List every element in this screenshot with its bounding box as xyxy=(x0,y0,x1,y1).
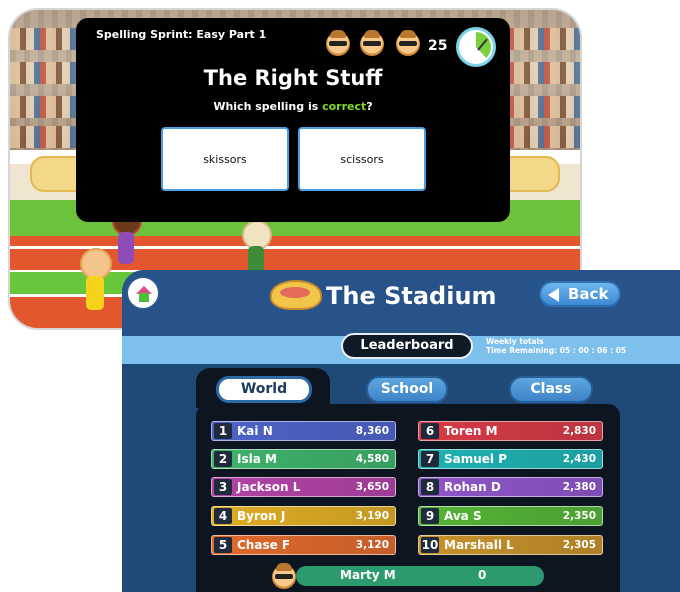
my-avatar-icon xyxy=(272,563,296,589)
tab-world[interactable]: World xyxy=(216,376,312,403)
answer-option-1[interactable]: skissors xyxy=(161,127,289,191)
leaderboard-row: 3 Jackson L 3,650 xyxy=(211,477,396,497)
quiz-prompt: Which spelling is correct? xyxy=(213,100,373,113)
rank-number: 2 xyxy=(214,451,232,467)
leaderboard-row: 8 Rohan D 2,380 xyxy=(418,477,603,497)
player-name: Rohan D xyxy=(444,480,501,494)
leaderboard-row: 2 Isla M 4,580 xyxy=(211,449,396,469)
player-name: Ava S xyxy=(444,509,482,523)
leaderboard-row: 10 Marshall L 2,305 xyxy=(418,535,603,555)
player-name: Byron J xyxy=(237,509,286,523)
player-score: 8,360 xyxy=(355,425,389,437)
player-name: Chase F xyxy=(237,538,291,552)
answer-option-2[interactable]: scissors xyxy=(298,127,426,191)
question-count: 25 xyxy=(428,38,448,54)
back-button[interactable]: Back xyxy=(539,281,621,307)
leaderboard-label: Leaderboard xyxy=(341,333,473,359)
rank-number: 1 xyxy=(214,423,232,439)
leaderboard-row: 1 Kai N 8,360 xyxy=(211,421,396,441)
leaderboard-row: 9 Ava S 2,350 xyxy=(418,506,603,526)
player-name: Isla M xyxy=(237,452,277,466)
player-score: 2,830 xyxy=(562,425,596,437)
rank-number: 9 xyxy=(421,508,439,524)
quiz-title: Spelling Sprint: Easy Part 1 xyxy=(96,28,267,41)
player-face-icon xyxy=(326,30,350,56)
home-button[interactable] xyxy=(126,276,160,310)
rank-number: 7 xyxy=(421,451,439,467)
stadium-icon xyxy=(270,280,322,310)
player-score: 3,120 xyxy=(355,539,389,551)
player-face-icon xyxy=(360,30,384,56)
player-score: 2,430 xyxy=(562,453,596,465)
rank-number: 4 xyxy=(214,508,232,524)
player-name: Samuel P xyxy=(444,452,508,466)
rank-number: 3 xyxy=(214,479,232,495)
my-score: 0 xyxy=(478,568,487,582)
rank-number: 5 xyxy=(214,537,232,553)
player-score: 2,380 xyxy=(562,481,596,493)
quiz-heading: The Right Stuff xyxy=(203,66,383,90)
leaderboard-row: 6 Toren M 2,830 xyxy=(418,421,603,441)
tab-school[interactable]: School xyxy=(366,376,448,403)
prompt-highlight: correct xyxy=(322,100,367,113)
tab-class[interactable]: Class xyxy=(509,376,593,403)
rank-number: 6 xyxy=(421,423,439,439)
weekly-info: Weekly totals Time Remaining: 05 : 00 : … xyxy=(486,337,627,355)
page-title: The Stadium xyxy=(326,282,497,310)
leaderboard-row: 5 Chase F 3,120 xyxy=(211,535,396,555)
my-name: Marty M xyxy=(340,568,396,582)
leaderboard-row: 7 Samuel P 2,430 xyxy=(418,449,603,469)
back-arrow-icon xyxy=(548,288,559,302)
player-face-icon xyxy=(396,30,420,56)
rank-number: 10 xyxy=(421,537,439,553)
player-score: 2,305 xyxy=(562,539,596,551)
player-score: 3,190 xyxy=(355,510,389,522)
my-rank-row: Marty M 0 xyxy=(296,566,544,586)
player-score: 4,580 xyxy=(355,453,389,465)
player-name: Marshall L xyxy=(444,538,514,552)
player-name: Jackson L xyxy=(237,480,301,494)
rank-number: 8 xyxy=(421,479,439,495)
leaderboard-row: 4 Byron J 3,190 xyxy=(211,506,396,526)
player-name: Toren M xyxy=(444,424,498,438)
player-score: 3,650 xyxy=(355,481,389,493)
player-score: 2,350 xyxy=(562,510,596,522)
timer-clock-icon xyxy=(456,27,496,67)
player-name: Kai N xyxy=(237,424,273,438)
